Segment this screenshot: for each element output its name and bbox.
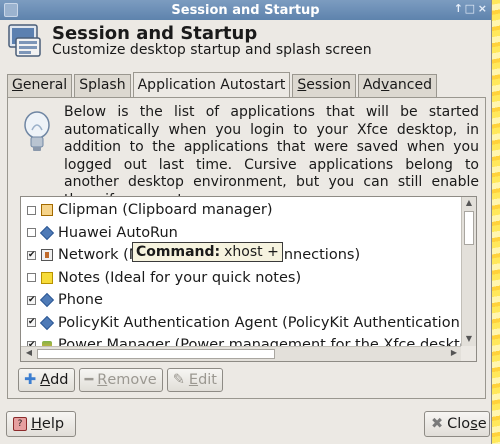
autostart-checkbox[interactable]: ✔: [27, 250, 36, 260]
minus-icon: ━: [84, 372, 94, 388]
horizontal-scrollbar[interactable]: ◀ ▶: [21, 346, 462, 361]
diamond-icon: [41, 317, 53, 329]
list-item-label: Clipman (Clipboard manager): [58, 202, 273, 219]
autostart-checkbox[interactable]: ✔: [27, 318, 36, 328]
title-bar[interactable]: Session and Startup ↑ □ ×: [0, 0, 491, 20]
help-icon: ?: [13, 417, 27, 431]
edit-button[interactable]: ✎ Edit: [166, 368, 223, 392]
notes-icon: [41, 271, 53, 284]
help-button[interactable]: ? Help: [6, 411, 76, 437]
dialog-header: Session and Startup Customize desktop st…: [0, 20, 492, 66]
scroll-right-icon[interactable]: ▶: [448, 348, 460, 360]
scroll-left-icon[interactable]: ◀: [23, 348, 35, 360]
remove-button[interactable]: ━ Remove: [78, 368, 163, 392]
horizontal-scroll-thumb[interactable]: [37, 349, 275, 359]
add-button[interactable]: ✚ Add: [18, 368, 75, 392]
window-app-icon[interactable]: [4, 3, 18, 17]
list-item-label: Network (M: [58, 247, 142, 264]
help-button-wrap: ? Help: [6, 411, 76, 437]
tab-splash[interactable]: Splash: [74, 74, 131, 98]
lightbulb-icon: [24, 111, 50, 151]
maximize-icon[interactable]: □: [465, 2, 475, 15]
list-item-label: Huawei AutoRun: [58, 224, 178, 241]
list-item[interactable]: ✔ Phone: [21, 289, 462, 312]
page-subtitle: Customize desktop startup and splash scr…: [52, 42, 372, 58]
tab-application-autostart[interactable]: Application Autostart: [132, 72, 291, 98]
diamond-icon: [41, 294, 53, 306]
list-item-label: PolicyKit Authentication Agent (PolicyKi…: [58, 314, 462, 331]
scroll-up-icon[interactable]: ▲: [464, 198, 474, 210]
close-window-icon[interactable]: ×: [478, 2, 487, 15]
tooltip-key: Command:: [136, 244, 221, 260]
list-item[interactable]: ✔ PolicyKit Authentication Agent (Policy…: [21, 312, 462, 335]
autostart-checkbox[interactable]: [27, 228, 36, 238]
diamond-icon: [41, 227, 53, 239]
list-item[interactable]: Notes (Ideal for your quick notes): [21, 267, 462, 290]
session-startup-icon: [8, 24, 41, 57]
command-tooltip: Command: xhost +: [132, 242, 283, 262]
tab-advanced[interactable]: Advanced: [357, 74, 437, 98]
close-icon: ✖: [431, 416, 444, 432]
list-item[interactable]: Huawei AutoRun: [21, 222, 462, 245]
list-item-label: Phone: [58, 292, 103, 309]
autostart-checkbox[interactable]: ✔: [27, 295, 36, 305]
page-title: Session and Startup: [52, 23, 258, 44]
list-item-label: Notes (Ideal for your quick notes): [58, 269, 302, 286]
scroll-down-icon[interactable]: ▼: [464, 334, 474, 346]
autostart-checkbox[interactable]: [27, 273, 36, 283]
tab-session[interactable]: Session: [292, 74, 356, 98]
list-item[interactable]: Clipman (Clipboard manager): [21, 199, 462, 222]
tooltip-value: xhost +: [224, 244, 279, 260]
vertical-scroll-thumb[interactable]: [464, 211, 474, 245]
close-button-wrap: ✖ Clo s e: [424, 411, 490, 437]
tab-general[interactable]: General: [7, 74, 73, 98]
session-startup-window: Session and Startup ↑ □ × Session and St…: [0, 0, 492, 444]
clipboard-icon: [41, 204, 53, 217]
autostart-description: Below is the list of applications that w…: [64, 104, 479, 208]
edit-icon: ✎: [172, 372, 185, 388]
close-button[interactable]: ✖ Clo s e: [424, 411, 490, 437]
autostart-list[interactable]: Clipman (Clipboard manager) Huawei AutoR…: [20, 196, 477, 362]
window-title: Session and Startup: [171, 2, 320, 18]
autostart-list-viewport: Clipman (Clipboard manager) Huawei AutoR…: [21, 197, 462, 347]
tab-bar: General Splash Application Autostart Ses…: [7, 72, 439, 98]
list-actions: ✚ Add ━ Remove ✎ Edit: [18, 368, 227, 392]
network-icon: [41, 249, 53, 262]
minimize-icon[interactable]: ↑: [454, 2, 463, 15]
scrollbar-corner: [461, 346, 476, 361]
plus-icon: ✚: [24, 372, 37, 388]
autostart-checkbox[interactable]: [27, 205, 36, 215]
vertical-scrollbar[interactable]: ▲ ▼: [461, 197, 476, 347]
